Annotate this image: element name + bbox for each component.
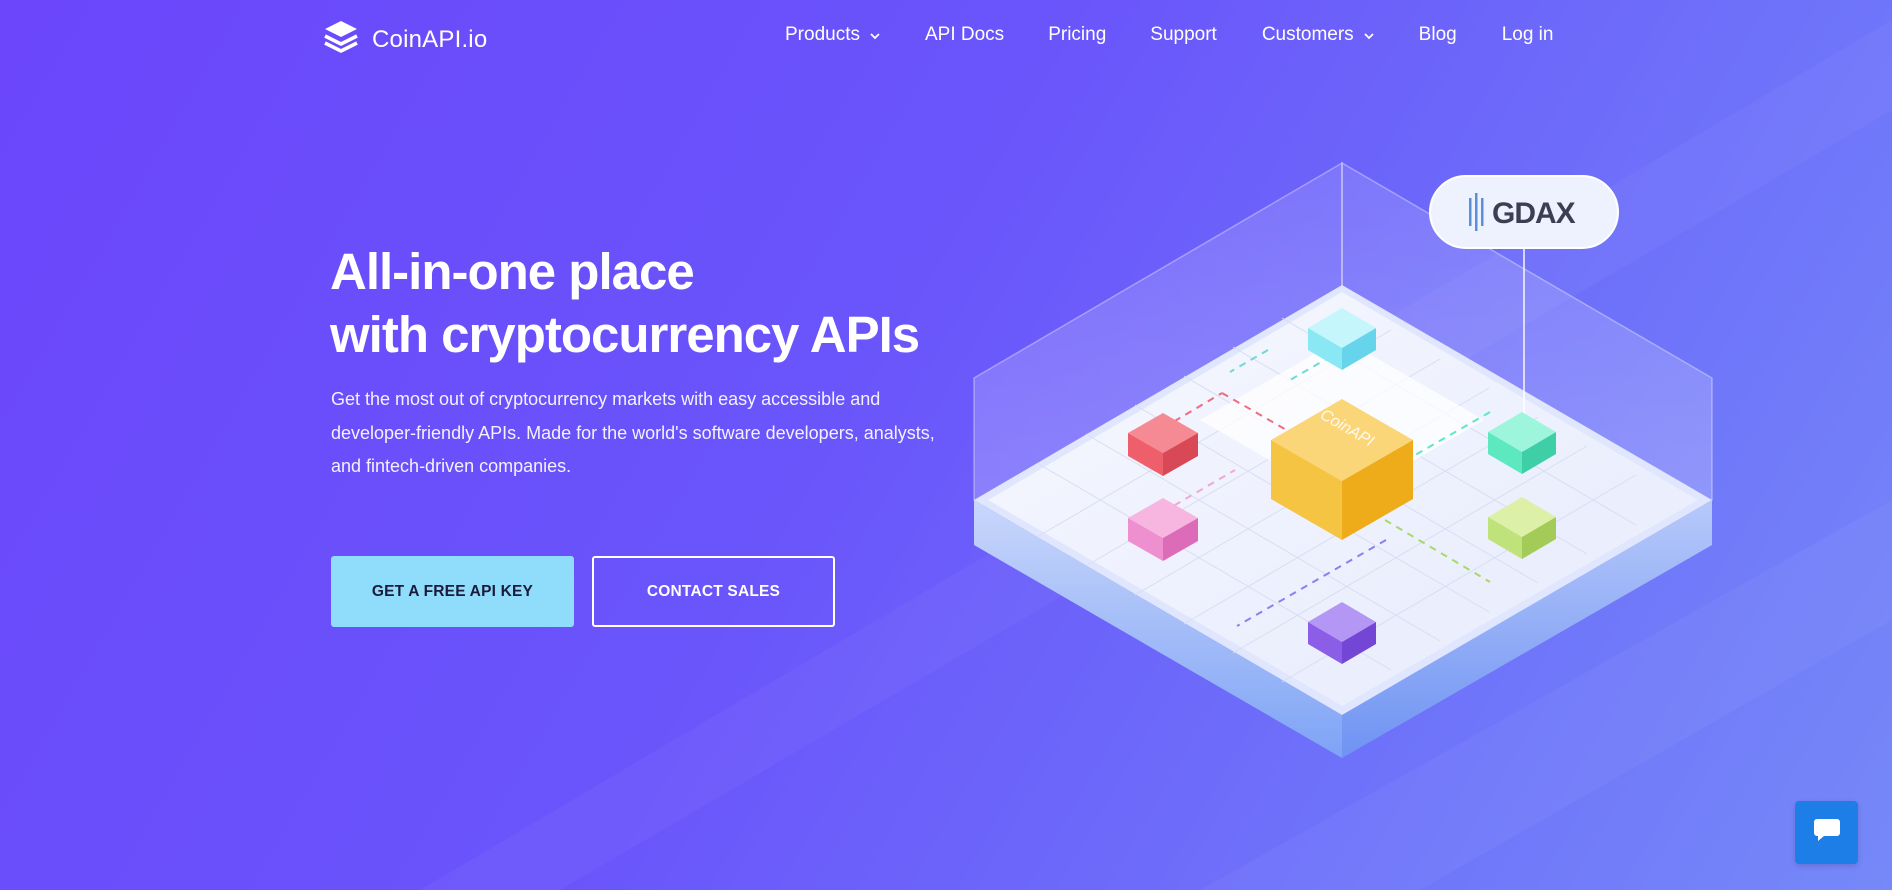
chevron-down-icon (1364, 24, 1374, 46)
nav-login-label: Log in (1501, 24, 1554, 45)
nav-products[interactable]: Products (785, 24, 880, 46)
hero-illustration: GDAX CoinAPI (960, 150, 1740, 775)
nav-api-docs-label: API Docs (924, 24, 1005, 45)
chevron-down-icon (870, 24, 880, 46)
exchange-badge-label: GDAX (1492, 197, 1576, 230)
chat-button[interactable] (1795, 801, 1858, 864)
logo-text: CoinAPI.io (372, 25, 488, 53)
main-nav: Products API Docs Pricing Support Custom… (785, 24, 1553, 46)
chat-bubble-icon (1812, 816, 1842, 849)
nav-pricing-label: Pricing (1048, 24, 1107, 45)
hero-description: Get the most out of cryptocurrency marke… (331, 389, 935, 476)
nav-customers[interactable]: Customers (1262, 24, 1374, 46)
nav-blog-label: Blog (1418, 24, 1457, 45)
nav-blog[interactable]: Blog (1419, 24, 1457, 46)
nav-products-label: Products (785, 24, 860, 45)
nav-customers-label: Customers (1261, 24, 1354, 45)
contact-sales-button[interactable]: CONTACT SALES (592, 556, 835, 627)
hero-title-line-2: with cryptocurrency APIs (330, 306, 920, 363)
get-free-api-key-button[interactable]: GET A FREE API KEY (331, 556, 574, 627)
nav-api-docs[interactable]: API Docs (925, 24, 1004, 46)
nav-pricing[interactable]: Pricing (1048, 24, 1106, 46)
hero-title-line-1: All-in-one place (330, 243, 695, 300)
logo[interactable]: CoinAPI.io (322, 18, 487, 61)
nav-support-label: Support (1150, 24, 1217, 45)
nav-support[interactable]: Support (1150, 24, 1217, 46)
nav-login[interactable]: Log in (1502, 24, 1554, 46)
hero-title: All-in-one place with cryptocurrency API… (330, 240, 920, 366)
gdax-logo-icon (1469, 193, 1484, 231)
stacked-layers-icon (322, 18, 360, 61)
